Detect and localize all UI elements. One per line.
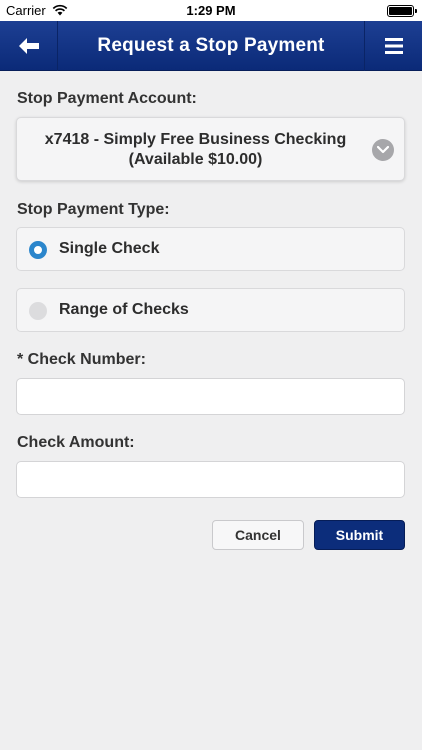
hamburger-menu-icon: [384, 38, 403, 54]
submit-button[interactable]: Submit: [314, 520, 405, 550]
radio-unselected-icon: [29, 302, 47, 320]
type-label: Stop Payment Type:: [17, 201, 170, 218]
chevron-down-icon: [372, 139, 394, 161]
back-button[interactable]: [0, 21, 58, 71]
radio-single-check[interactable]: Single Check: [16, 227, 405, 271]
check-number-label: * Check Number:: [17, 351, 146, 368]
nav-bar: Request a Stop Payment: [0, 21, 422, 71]
back-arrow-icon: [18, 38, 39, 54]
cancel-button[interactable]: Cancel: [212, 520, 304, 550]
account-select-value: x7418 - Simply Free Business Checking (A…: [27, 130, 364, 170]
radio-range-of-checks[interactable]: Range of Checks: [16, 288, 405, 332]
battery-icon: [387, 5, 417, 17]
page-title: Request a Stop Payment: [97, 35, 325, 56]
status-bar: Carrier 1:29 PM: [0, 0, 422, 21]
check-number-field[interactable]: [16, 378, 405, 415]
account-label: Stop Payment Account:: [17, 90, 197, 107]
radio-label: Range of Checks: [59, 301, 189, 318]
radio-selected-icon: [29, 241, 47, 259]
check-amount-label: Check Amount:: [17, 434, 135, 451]
check-amount-field[interactable]: [16, 461, 405, 498]
status-time: 1:29 PM: [186, 3, 236, 18]
radio-label: Single Check: [59, 240, 160, 257]
account-name: x7418 - Simply Free Business Checking: [44, 131, 347, 148]
account-select[interactable]: x7418 - Simply Free Business Checking (A…: [16, 117, 405, 181]
menu-button[interactable]: [364, 21, 422, 71]
account-available: (Available $10.00): [128, 151, 263, 168]
